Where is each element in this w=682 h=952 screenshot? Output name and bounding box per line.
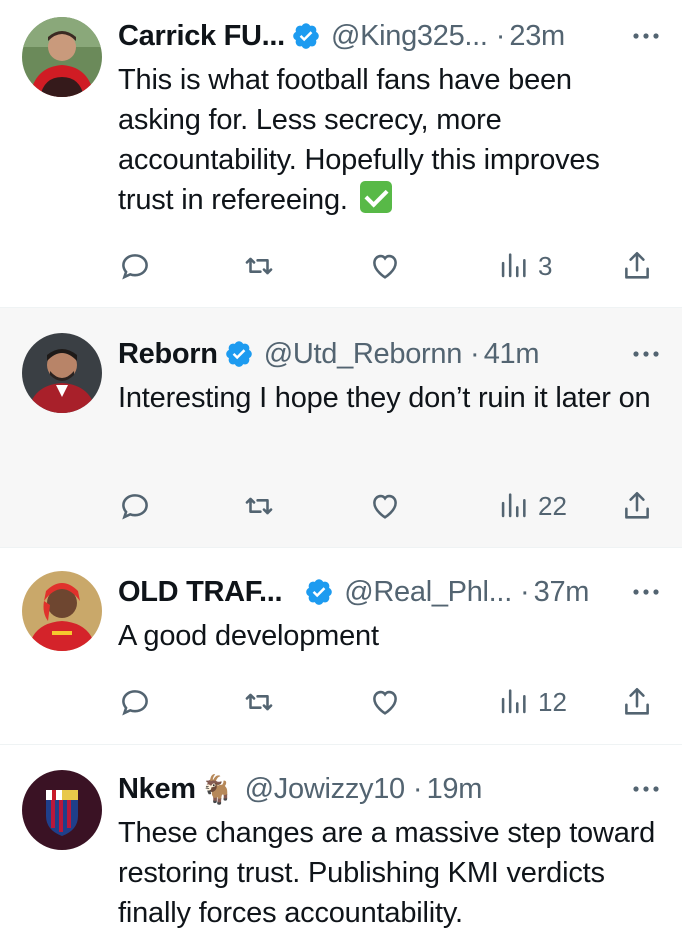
views-icon (501, 493, 526, 518)
views-button[interactable]: 12 (496, 682, 567, 722)
tweet-header: Reborn @Utd_Rebornn · 41m (118, 334, 662, 374)
tweet-text: These changes are a massive step toward … (118, 817, 656, 929)
separator-dot: · (470, 337, 480, 370)
share-icon (625, 687, 649, 715)
reply-button[interactable] (118, 246, 152, 286)
share-icon (625, 251, 649, 279)
author-name[interactable]: Reborn (118, 338, 218, 371)
retweet-button[interactable] (242, 246, 276, 286)
like-button[interactable] (368, 682, 402, 722)
author-name[interactable]: Carrick FU... (118, 20, 285, 53)
share-button[interactable] (620, 246, 654, 286)
views-button[interactable]: 3 (496, 246, 552, 286)
action-bar: 12 (118, 682, 656, 722)
tweet-header: OLD TRAF... @Real_Phl... · 37m (118, 572, 662, 612)
avatar[interactable] (22, 333, 102, 413)
more-icon[interactable] (630, 342, 662, 366)
separator-dot: · (495, 19, 506, 52)
like-button[interactable] (368, 246, 402, 286)
action-bar: 22 (118, 486, 656, 526)
retweet-button[interactable] (242, 682, 276, 722)
tweet-text: Interesting I hope they don’t ruin it la… (118, 382, 651, 414)
more-icon[interactable] (630, 24, 662, 48)
verified-badge-icon (306, 579, 333, 605)
retweet-icon (245, 257, 273, 275)
views-count: 3 (538, 250, 553, 281)
timestamp[interactable]: 37m (534, 576, 590, 609)
timestamp[interactable]: 23m (509, 20, 565, 53)
like-icon (373, 690, 397, 715)
like-icon (373, 494, 397, 519)
share-icon (625, 491, 649, 519)
views-count: 22 (538, 490, 567, 521)
reply-icon (122, 254, 148, 280)
reply-tweet[interactable]: Nkem 🐐 @Jowizzy10 · 19m These changes ar… (0, 745, 682, 952)
share-button[interactable] (620, 682, 654, 722)
tweet-header: Carrick FU... @King325... · 23m (118, 16, 662, 56)
verified-badge-icon (293, 23, 319, 49)
goat-emoji: 🐐 (199, 773, 235, 805)
retweet-icon (245, 693, 273, 711)
author-handle[interactable]: @Utd_Rebornn (264, 338, 463, 371)
tweet-text: A good development (118, 620, 379, 652)
timestamp[interactable]: 19m (427, 773, 483, 806)
author-name[interactable]: OLD TRAF... (118, 576, 283, 609)
reply-tweet[interactable]: OLD TRAF... @Real_Phl... · 37m A good de… (0, 548, 682, 745)
views-icon (501, 253, 526, 278)
share-button[interactable] (620, 486, 654, 526)
timestamp[interactable]: 41m (484, 338, 540, 371)
reply-tweet[interactable]: Reborn @Utd_Rebornn · 41m Interesting I … (0, 308, 682, 548)
views-button[interactable]: 22 (496, 486, 567, 526)
avatar[interactable] (22, 571, 102, 651)
tweet-header: Nkem 🐐 @Jowizzy10 · 19m (118, 769, 662, 809)
check-mark-emoji (359, 181, 392, 213)
author-handle[interactable]: @Real_Phl... (344, 576, 512, 609)
more-icon[interactable] (630, 777, 662, 801)
more-icon[interactable] (630, 580, 662, 604)
reply-feed: Carrick FU... @King325... · 23m This is … (0, 0, 682, 952)
separator-dot: · (412, 772, 423, 805)
verified-badge-icon (225, 341, 252, 367)
reply-icon (122, 494, 148, 520)
retweet-icon (245, 497, 273, 515)
tweet-text-content: This is what football fans have been ask… (118, 64, 600, 216)
author-name[interactable]: Nkem (118, 773, 196, 806)
like-icon (373, 254, 397, 279)
author-handle[interactable]: @King325... (331, 20, 488, 53)
reply-button[interactable] (118, 682, 152, 722)
avatar[interactable] (22, 17, 102, 97)
separator-dot: · (519, 575, 530, 608)
reply-button[interactable] (118, 486, 152, 526)
tweet-text: This is what football fans have been ask… (118, 60, 656, 220)
views-count: 12 (538, 686, 567, 717)
views-icon (501, 689, 526, 714)
reply-icon (122, 690, 148, 716)
action-bar: 3 (118, 246, 656, 286)
reply-tweet[interactable]: Carrick FU... @King325... · 23m This is … (0, 0, 682, 308)
author-handle[interactable]: @Jowizzy10 (245, 773, 406, 806)
avatar[interactable] (22, 770, 102, 850)
retweet-button[interactable] (242, 486, 276, 526)
like-button[interactable] (368, 486, 402, 526)
